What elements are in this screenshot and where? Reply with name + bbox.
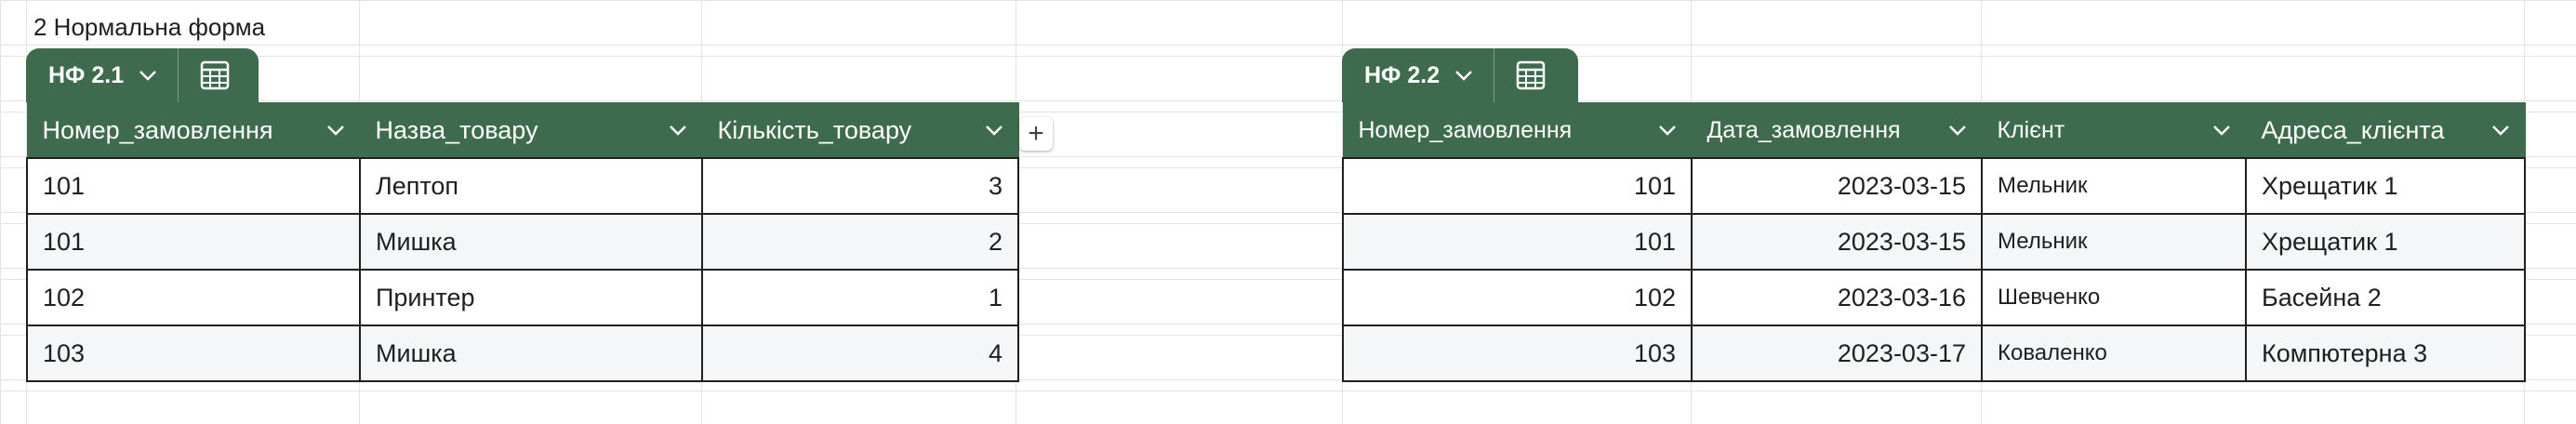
table-cell[interactable]: 101 (26, 157, 361, 215)
table-cell[interactable]: 102 (1342, 269, 1693, 326)
table-tab: НФ 2.2 (1342, 48, 1578, 102)
table-name: НФ 2.1 (48, 61, 125, 88)
chevron-down-icon (1948, 126, 1966, 136)
table-cell[interactable]: Мельник (1981, 213, 2247, 271)
table-cell[interactable]: 101 (1342, 213, 1693, 271)
chevron-down-icon (985, 126, 1003, 136)
column-header[interactable]: Номер_замовлення (26, 102, 361, 159)
table-view-button[interactable] (1494, 48, 1567, 102)
table-name: НФ 2.2 (1364, 61, 1441, 88)
table-cell[interactable]: Коваленко (1981, 325, 2247, 382)
table-cell[interactable]: 3 (701, 157, 1019, 215)
table-cell[interactable]: 4 (701, 325, 1019, 382)
table-cell[interactable]: 103 (1342, 325, 1693, 382)
table-name-dropdown[interactable]: НФ 2.1 (26, 48, 179, 102)
table-cell[interactable]: 103 (26, 325, 361, 382)
table-row: 103 Мишка 4 (26, 325, 1019, 382)
column-header-label: Адреса_клієнта (2261, 115, 2445, 144)
column-header-label: Номер_замовлення (1358, 116, 1573, 143)
table-cell[interactable]: 2 (701, 213, 1019, 271)
column-header[interactable]: Кількість_товару (701, 102, 1019, 159)
table-row: 102 2023-03-16 Шевченко Басейна 2 (1342, 269, 2526, 326)
column-header-label: Дата_замовлення (1706, 116, 1901, 143)
calculator-grid-icon (1516, 60, 1546, 90)
table-cell[interactable]: 2023-03-16 (1691, 269, 1983, 326)
table-cell[interactable]: Лептоп (359, 157, 703, 215)
table-cell[interactable]: Хрещатик 1 (2245, 157, 2526, 215)
data-table: Номер_замовлення Дата_замовлення Клієнт … (1342, 102, 2526, 382)
table-row: 102 Принтер 1 (26, 269, 1019, 326)
table-cell[interactable]: 2023-03-17 (1691, 325, 1983, 382)
chevron-down-icon (1658, 126, 1676, 136)
column-header[interactable]: Дата_замовлення (1691, 102, 1983, 159)
chevron-down-icon (2212, 126, 2230, 136)
gridline (0, 100, 2576, 101)
chevron-down-icon (2491, 126, 2509, 136)
table-cell[interactable]: Принтер (359, 269, 703, 326)
table-cell[interactable]: 1 (701, 269, 1019, 326)
column-header[interactable]: Адреса_клієнта (2245, 102, 2526, 159)
table-row: 101 2023-03-15 Мельник Хрещатик 1 (1342, 213, 2526, 271)
column-header[interactable]: Клієнт (1981, 102, 2247, 159)
table-cell[interactable]: 101 (1342, 157, 1693, 215)
gridline (0, 45, 2576, 46)
table-row: 101 Мишка 2 (26, 213, 1019, 271)
table-cell[interactable]: Хрещатик 1 (2245, 213, 2526, 271)
chevron-down-icon (669, 126, 686, 136)
section-title: 2 Нормальна форма (33, 13, 266, 41)
data-table: Номер_замовлення Назва_товару Кількість_… (26, 102, 1019, 382)
header-row: Номер_замовлення Назва_товару Кількість_… (26, 102, 1019, 159)
table-row: 101 Лептоп 3 (26, 157, 1019, 215)
column-header-label: Кількість_товару (717, 115, 912, 144)
column-header-label: Клієнт (1997, 116, 2065, 143)
column-header-label: Назва_товару (375, 115, 538, 144)
header-row: Номер_замовлення Дата_замовлення Клієнт … (1342, 102, 2526, 159)
table-cell[interactable]: Басейна 2 (2245, 269, 2526, 326)
column-header-label: Номер_замовлення (42, 115, 273, 144)
table-cell[interactable]: Мельник (1981, 157, 2247, 215)
chevron-down-icon (1455, 71, 1472, 81)
table-tab: НФ 2.1 (26, 48, 259, 102)
column-header[interactable]: Назва_товару (359, 102, 703, 159)
chevron-down-icon (326, 126, 344, 136)
table-cell[interactable]: 101 (26, 213, 361, 271)
table-cell[interactable]: Мишка (359, 213, 703, 271)
table-name-dropdown[interactable]: НФ 2.2 (1342, 48, 1495, 102)
table-cell[interactable]: Мишка (359, 325, 703, 382)
chevron-down-icon (139, 71, 156, 81)
table-row: 103 2023-03-17 Коваленко Компютерна 3 (1342, 325, 2526, 382)
table-view-button[interactable] (179, 48, 251, 102)
table-cell[interactable]: 2023-03-15 (1691, 213, 1983, 271)
table-cell[interactable]: 102 (26, 269, 361, 326)
add-column-button[interactable]: + (1019, 117, 1053, 151)
column-header[interactable]: Номер_замовлення (1342, 102, 1693, 159)
calculator-grid-icon (200, 60, 230, 90)
table-cell[interactable]: Компютерна 3 (2245, 325, 2526, 382)
table-cell[interactable]: 2023-03-15 (1691, 157, 1983, 215)
table-row: 101 2023-03-15 Мельник Хрещатик 1 (1342, 157, 2526, 215)
table-cell[interactable]: Шевченко (1981, 269, 2247, 326)
